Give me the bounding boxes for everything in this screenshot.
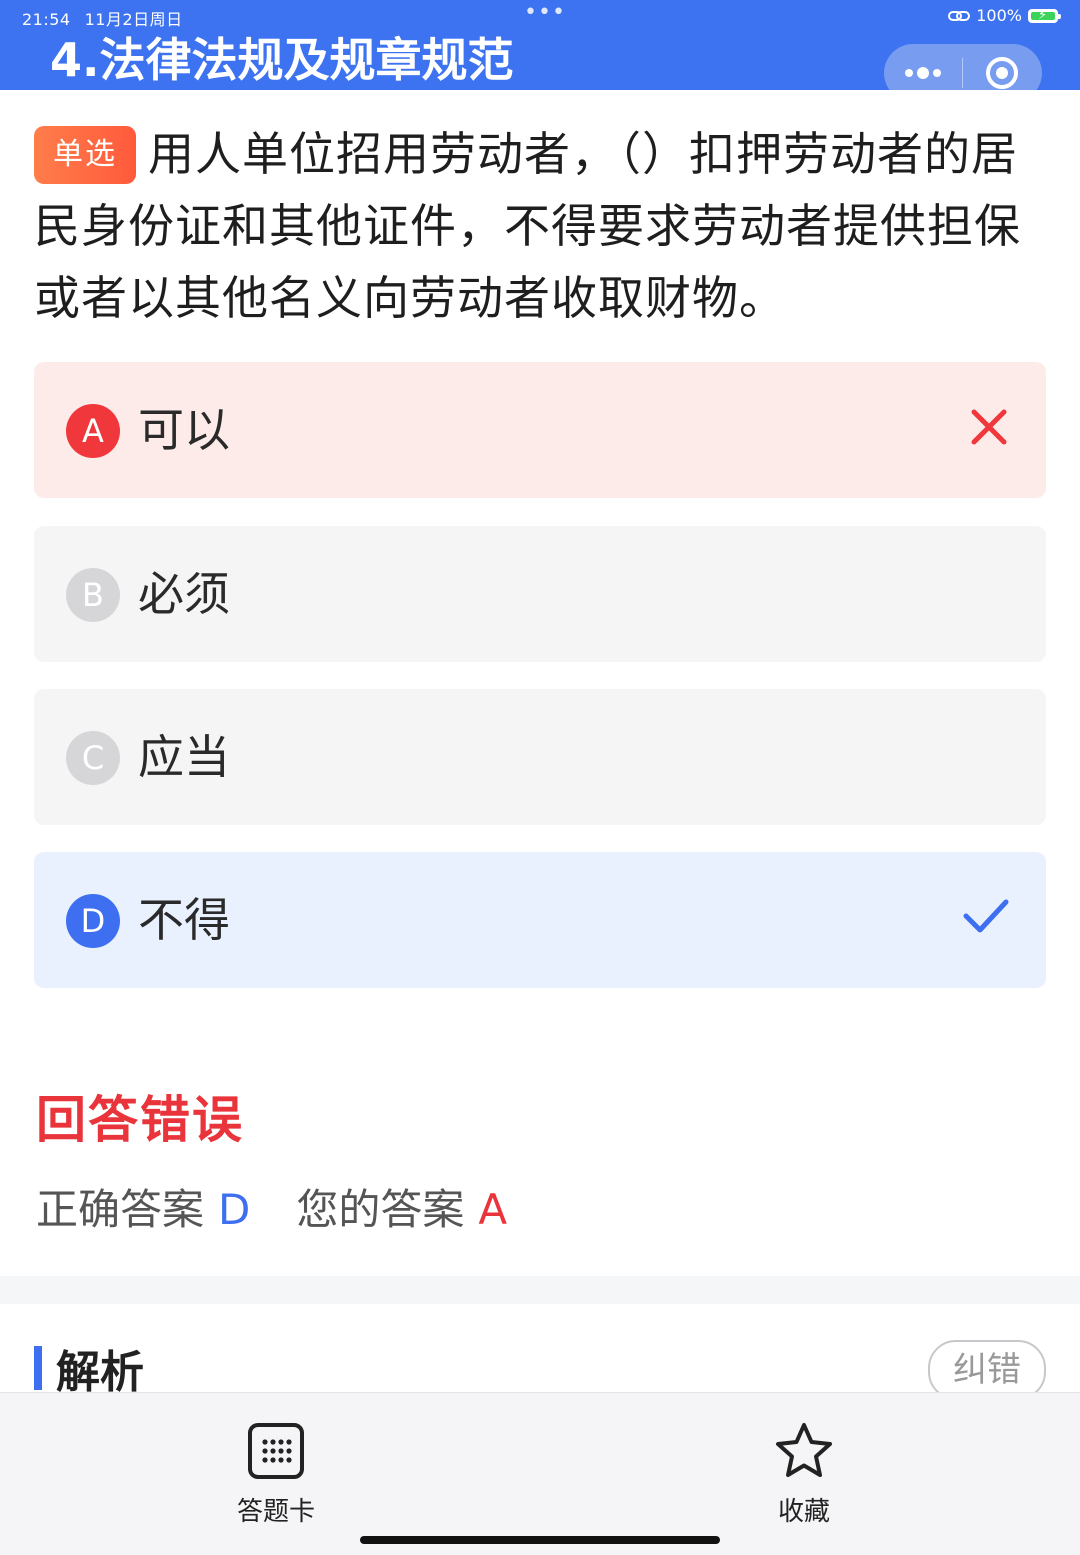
question-type-tag: 单选	[34, 126, 136, 184]
analysis-accent-bar	[34, 1346, 42, 1390]
battery-icon: ⚡	[1028, 8, 1061, 23]
mini-program-capsule	[884, 44, 1042, 90]
option-text: 不得	[138, 893, 230, 947]
target-icon[interactable]	[963, 44, 1041, 90]
option-a[interactable]: A 可以	[34, 362, 1046, 498]
option-letter-badge: A	[66, 404, 120, 458]
status-time-text: 21:54	[22, 10, 71, 29]
option-letter-badge: D	[66, 894, 120, 948]
multitask-dots[interactable]: •••	[524, 0, 566, 25]
report-error-button[interactable]: 纠错	[928, 1340, 1046, 1400]
correct-answer-value: D	[218, 1185, 251, 1234]
correct-check-icon	[962, 896, 1010, 942]
your-answer-value: A	[478, 1185, 508, 1234]
link-icon	[948, 10, 971, 21]
section-divider	[0, 1276, 1080, 1304]
analysis-title: 解析	[56, 1347, 144, 1398]
wrong-x-icon	[968, 406, 1010, 452]
question-text-block: 单选 用人单位招用劳动者，（）扣押劳动者的居民身份证和其他证件，不得要求劳动者提供…	[34, 118, 1046, 334]
option-text: 应当	[138, 730, 230, 784]
option-letter-badge: C	[66, 731, 120, 785]
option-d[interactable]: D 不得	[34, 852, 1046, 988]
battery-percent: 100%	[976, 6, 1022, 25]
status-right: 100% ⚡	[948, 6, 1061, 25]
bottom-nav: 答题卡 收藏	[0, 1392, 1080, 1555]
status-time: 21:54 11月2日周日	[22, 6, 183, 30]
home-indicator[interactable]	[360, 1536, 720, 1544]
result-title: 回答错误	[36, 1091, 244, 1149]
option-text: 可以	[138, 403, 230, 457]
option-letter-badge: B	[66, 568, 120, 622]
answer-card-label: 答题卡	[236, 1497, 315, 1527]
favorite-button[interactable]: 收藏	[734, 1421, 874, 1528]
answer-summary: 正确答案 D 您的答案 A	[36, 1176, 507, 1237]
option-b[interactable]: B 必须	[34, 526, 1046, 662]
more-dots-icon[interactable]	[884, 44, 962, 90]
status-date-text: 11月2日周日	[84, 10, 183, 29]
page-title: 4.法律法规及规章规范	[50, 33, 514, 87]
correct-answer-label: 正确答案	[36, 1185, 205, 1234]
question-text: 用人单位招用劳动者，（）扣押劳动者的居民身份证和其他证件，不得要求劳动者提供担保…	[34, 127, 1021, 325]
option-text: 必须	[138, 567, 230, 621]
favorite-label: 收藏	[777, 1497, 830, 1527]
header-bar: 21:54 11月2日周日 ••• 100% ⚡ 4.法律法规及规章规范	[0, 0, 1080, 90]
your-answer-label: 您的答案	[296, 1185, 465, 1234]
option-c[interactable]: C 应当	[34, 689, 1046, 825]
grid-icon	[248, 1423, 304, 1479]
answer-card-button[interactable]: 答题卡	[206, 1421, 346, 1528]
star-icon	[776, 1423, 832, 1477]
